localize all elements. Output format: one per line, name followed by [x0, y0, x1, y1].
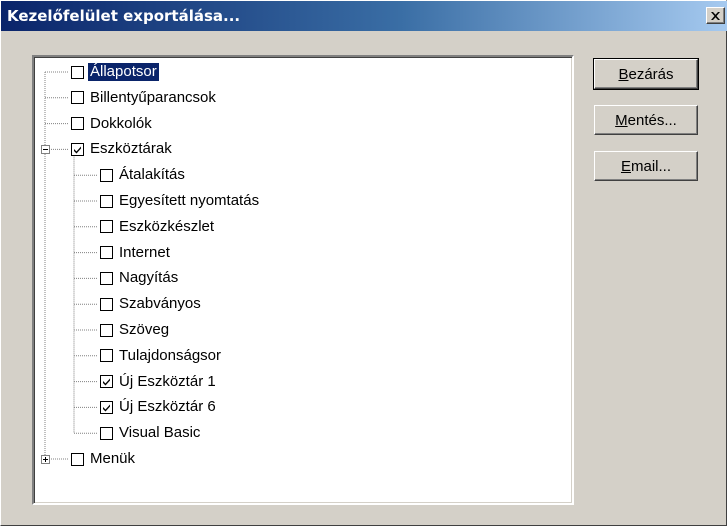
minus-icon[interactable] — [41, 145, 50, 155]
checkmark-icon — [103, 404, 110, 412]
tree-node[interactable]: Internet — [100, 242, 172, 264]
save-button-label: entés... — [627, 111, 677, 129]
tree-node-label: Állapotsor — [87, 62, 160, 82]
tree-content: Állapotsor Billentyűparancsok Dokkolók Eszk… — [34, 57, 572, 503]
tree-node[interactable]: Menük — [71, 448, 137, 470]
tree-node-label: Új Eszköztár 1 — [119, 372, 216, 390]
tree-node-label: Szöveg — [119, 321, 170, 338]
tree-node-label: Tulajdonságsor — [119, 346, 222, 364]
tree-node-checkbox[interactable] — [100, 426, 113, 440]
tree-node-checkbox[interactable] — [100, 375, 113, 389]
tree-node[interactable]: Átalakítás — [100, 164, 187, 186]
tree-node[interactable]: Nagyítás — [100, 267, 180, 289]
export-ui-dialog: Kezelőfelület exportálása... Állapotsor B… — [0, 0, 727, 526]
checkmark-icon — [74, 146, 81, 154]
tree-node[interactable]: Szöveg — [100, 319, 171, 341]
tree-node-checkbox[interactable] — [71, 142, 84, 156]
tree-node-label: Átalakítás — [119, 166, 185, 184]
tree-node-checkbox[interactable] — [71, 65, 84, 79]
tree-node[interactable]: Billentyűparancsok — [71, 87, 218, 109]
tree-node[interactable]: Állapotsor — [71, 61, 160, 83]
tree-node-checkbox[interactable] — [71, 91, 84, 105]
tree-node[interactable]: Új Eszköztár 6 — [100, 396, 218, 418]
checkmark-icon — [103, 378, 110, 386]
tree-node-checkbox[interactable] — [100, 168, 113, 182]
email-button[interactable]: Email... — [594, 151, 698, 181]
tree-node-checkbox[interactable] — [100, 323, 113, 337]
title-bar[interactable]: Kezelőfelület exportálása... — [1, 1, 727, 31]
ui-element-tree[interactable]: Állapotsor Billentyűparancsok Dokkolók Eszk… — [32, 55, 574, 505]
tree-node-checkbox[interactable] — [100, 271, 113, 285]
tree-node[interactable]: Új Eszköztár 1 — [100, 371, 218, 393]
tree-node-label: Egyesített nyomtatás — [119, 192, 260, 209]
tree-node-label: Visual Basic — [119, 424, 201, 442]
tree-node-checkbox[interactable] — [100, 400, 113, 414]
email-button-label: mail... — [631, 157, 672, 175]
tree-node-checkbox[interactable] — [100, 246, 113, 260]
close-button[interactable]: Bezárás — [593, 58, 699, 90]
tree-node[interactable]: Eszközkészlet — [100, 216, 216, 238]
tree-node-label: Menük — [90, 450, 136, 467]
tree-node-checkbox[interactable] — [100, 297, 113, 311]
dialog-title: Kezelőfelület exportálása... — [7, 7, 241, 25]
tree-node[interactable]: Egyesített nyomtatás — [100, 190, 261, 212]
tree-node-label: Eszköztárak — [90, 140, 172, 158]
tree-node-checkbox[interactable] — [71, 117, 84, 131]
tree-node-label: Internet — [119, 243, 170, 261]
tree-node[interactable]: Dokkolók — [71, 113, 154, 135]
close-icon — [711, 7, 720, 25]
save-button[interactable]: Mentés... — [594, 105, 698, 135]
tree-node-label: Nagyítás — [119, 269, 179, 287]
tree-node[interactable]: Szabványos — [100, 293, 203, 315]
close-button-label: ezárás — [628, 65, 674, 83]
tree-node-label: Új Eszköztár 6 — [119, 398, 216, 416]
tree-node-checkbox[interactable] — [100, 194, 113, 208]
close-button-mnemonic: B — [618, 65, 629, 83]
tree-node-label: Billentyűparancsok — [90, 88, 216, 106]
save-button-mnemonic: M — [615, 111, 628, 129]
close-window-button[interactable] — [706, 7, 725, 24]
tree-node-checkbox[interactable] — [100, 220, 113, 234]
email-button-mnemonic: E — [620, 157, 631, 175]
tree-node-label: Eszközkészlet — [119, 217, 215, 235]
plus-icon[interactable] — [41, 455, 50, 464]
tree-node[interactable]: Tulajdonságsor — [100, 345, 223, 367]
tree-node[interactable]: Visual Basic — [100, 422, 202, 444]
tree-node-label: Dokkolók — [90, 114, 152, 132]
tree-node[interactable]: Eszköztárak — [71, 138, 174, 160]
tree-node-checkbox[interactable] — [100, 349, 113, 363]
tree-node-checkbox[interactable] — [71, 452, 84, 466]
tree-node-label: Szabványos — [119, 295, 201, 313]
